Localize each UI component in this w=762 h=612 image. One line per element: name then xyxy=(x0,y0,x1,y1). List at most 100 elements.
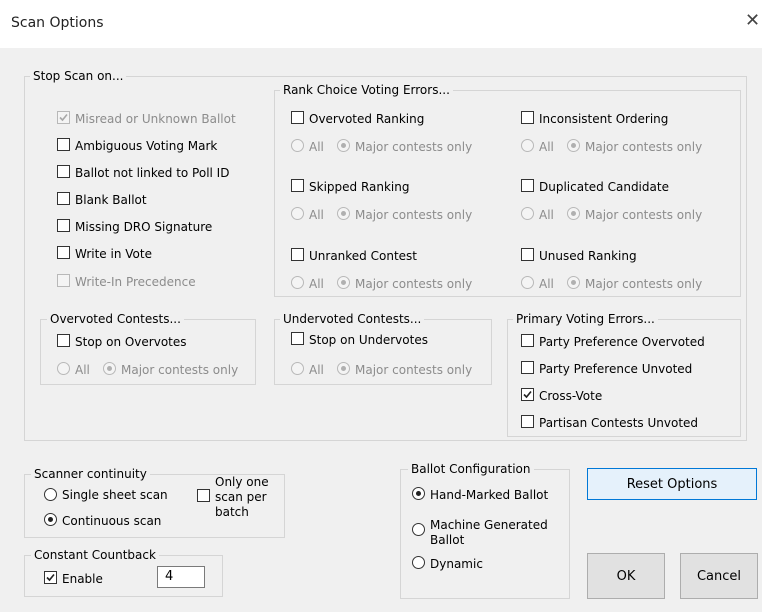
overvoted-contests-legend: Overvoted Contests... xyxy=(47,312,184,326)
missing-dro-checkbox[interactable] xyxy=(57,219,70,232)
undervotes-all-label: All xyxy=(309,363,324,377)
overvotes-major-radio[interactable] xyxy=(103,362,116,375)
skipped-ranking-label: Skipped Ranking xyxy=(309,180,410,194)
misread-label: Misread or Unknown Ballot xyxy=(75,112,236,126)
not-linked-checkbox[interactable] xyxy=(57,165,70,178)
inconsistent-ordering-label: Inconsistent Ordering xyxy=(539,112,669,126)
overvoted-ranking-major-radio[interactable] xyxy=(337,139,350,152)
undervotes-major-label: Major contests only xyxy=(355,363,473,377)
rcv-legend: Rank Choice Voting Errors... xyxy=(280,83,453,97)
dynamic-label: Dynamic xyxy=(430,557,483,571)
stop-on-overvotes-checkbox[interactable] xyxy=(57,334,70,347)
hand-marked-label: Hand-Marked Ballot xyxy=(430,488,549,502)
unranked-contest-major-radio[interactable] xyxy=(337,276,350,289)
window-title: Scan Options xyxy=(11,15,104,31)
close-icon[interactable]: ✕ xyxy=(745,12,760,30)
undervotes-major-radio[interactable] xyxy=(337,362,350,375)
continuous-scan-radio[interactable] xyxy=(44,513,57,526)
unused-ranking-major-label: Major contests only xyxy=(585,277,703,291)
overvotes-all-radio[interactable] xyxy=(57,362,70,375)
missing-dro-label: Missing DRO Signature xyxy=(75,220,213,234)
overvoted-ranking-label: Overvoted Ranking xyxy=(309,112,425,126)
unused-ranking-label: Unused Ranking xyxy=(539,249,637,263)
countback-value-input[interactable]: 4 xyxy=(157,566,205,588)
single-sheet-label: Single sheet scan xyxy=(62,488,168,502)
undervoted-contests-legend: Undervoted Contests... xyxy=(280,312,425,326)
stop-on-undervotes-label: Stop on Undervotes xyxy=(309,333,428,347)
undervotes-all-radio[interactable] xyxy=(291,362,304,375)
ok-button[interactable]: OK xyxy=(587,553,665,599)
partisan-unvoted-label: Partisan Contests Unvoted xyxy=(539,416,699,430)
skipped-ranking-checkbox[interactable] xyxy=(291,179,304,192)
inconsistent-ordering-all-label: All xyxy=(539,140,554,154)
unranked-contest-major-label: Major contests only xyxy=(355,277,473,291)
party-pref-overvoted-checkbox[interactable] xyxy=(521,334,534,347)
inconsistent-ordering-major-radio[interactable] xyxy=(567,139,580,152)
cross-vote-checkbox[interactable] xyxy=(521,388,534,401)
stop-on-undervotes-checkbox[interactable] xyxy=(291,332,304,345)
duplicated-candidate-major-label: Major contests only xyxy=(585,208,703,222)
skipped-ranking-all-label: All xyxy=(309,208,324,222)
party-pref-unvoted-checkbox[interactable] xyxy=(521,361,534,374)
unranked-contest-checkbox[interactable] xyxy=(291,248,304,261)
skipped-ranking-major-label: Major contests only xyxy=(355,208,473,222)
enable-countback-label: Enable xyxy=(62,572,103,586)
overvoted-ranking-all-radio[interactable] xyxy=(291,139,304,152)
only-one-line1: Only one xyxy=(215,475,269,489)
machine-generated-line1: Machine Generated xyxy=(430,518,548,532)
inconsistent-ordering-major-label: Major contests only xyxy=(585,140,703,154)
not-linked-label: Ballot not linked to Poll ID xyxy=(75,166,230,180)
overvoted-ranking-major-label: Major contests only xyxy=(355,140,473,154)
stop-scan-legend: Stop Scan on... xyxy=(30,69,127,83)
misread-checkbox[interactable] xyxy=(57,111,70,124)
primary-errors-legend: Primary Voting Errors... xyxy=(513,312,658,326)
title-bar xyxy=(0,0,762,48)
unused-ranking-checkbox[interactable] xyxy=(521,248,534,261)
unranked-contest-label: Unranked Contest xyxy=(309,249,417,263)
overvoted-ranking-all-label: All xyxy=(309,140,324,154)
ambiguous-label: Ambiguous Voting Mark xyxy=(75,139,218,153)
reset-options-button[interactable]: Reset Options xyxy=(587,468,757,500)
single-sheet-radio[interactable] xyxy=(44,488,57,501)
machine-generated-radio[interactable] xyxy=(412,523,425,536)
unused-ranking-major-radio[interactable] xyxy=(567,276,580,289)
blank-ballot-label: Blank Ballot xyxy=(75,193,147,207)
duplicated-candidate-major-radio[interactable] xyxy=(567,207,580,220)
overvotes-all-label: All xyxy=(75,363,90,377)
duplicated-candidate-all-radio[interactable] xyxy=(521,207,534,220)
ambiguous-checkbox[interactable] xyxy=(57,138,70,151)
hand-marked-radio[interactable] xyxy=(412,487,425,500)
skipped-ranking-major-radio[interactable] xyxy=(337,207,350,220)
overvotes-major-label: Major contests only xyxy=(121,363,239,377)
write-in-label: Write in Vote xyxy=(75,247,152,261)
stop-on-overvotes-label: Stop on Overvotes xyxy=(75,335,187,349)
unused-ranking-all-label: All xyxy=(539,277,554,291)
party-pref-overvoted-label: Party Preference Overvoted xyxy=(539,335,705,349)
write-in-checkbox[interactable] xyxy=(57,246,70,259)
blank-ballot-checkbox[interactable] xyxy=(57,192,70,205)
cancel-button[interactable]: Cancel xyxy=(680,553,758,599)
continuous-scan-label: Continuous scan xyxy=(62,514,162,528)
ballot-config-legend: Ballot Configuration xyxy=(408,462,534,476)
enable-countback-checkbox[interactable] xyxy=(44,571,57,584)
skipped-ranking-all-radio[interactable] xyxy=(291,207,304,220)
duplicated-candidate-checkbox[interactable] xyxy=(521,179,534,192)
inconsistent-ordering-checkbox[interactable] xyxy=(521,111,534,124)
only-one-line2: scan per xyxy=(215,490,267,504)
cross-vote-label: Cross-Vote xyxy=(539,389,603,403)
partisan-unvoted-checkbox[interactable] xyxy=(521,415,534,428)
machine-generated-line2: Ballot xyxy=(430,533,465,547)
scanner-continuity-legend: Scanner continuity xyxy=(31,467,150,481)
party-pref-unvoted-label: Party Preference Unvoted xyxy=(539,362,693,376)
write-in-precedence-label: Write-In Precedence xyxy=(75,275,196,289)
dynamic-radio[interactable] xyxy=(412,556,425,569)
unranked-contest-all-label: All xyxy=(309,277,324,291)
overvoted-ranking-checkbox[interactable] xyxy=(291,111,304,124)
inconsistent-ordering-all-radio[interactable] xyxy=(521,139,534,152)
write-in-precedence-checkbox[interactable] xyxy=(57,274,70,287)
only-one-line3: batch xyxy=(215,505,249,519)
unused-ranking-all-radio[interactable] xyxy=(521,276,534,289)
only-one-scan-checkbox[interactable] xyxy=(197,489,210,502)
constant-countback-legend: Constant Countback xyxy=(31,548,159,562)
unranked-contest-all-radio[interactable] xyxy=(291,276,304,289)
